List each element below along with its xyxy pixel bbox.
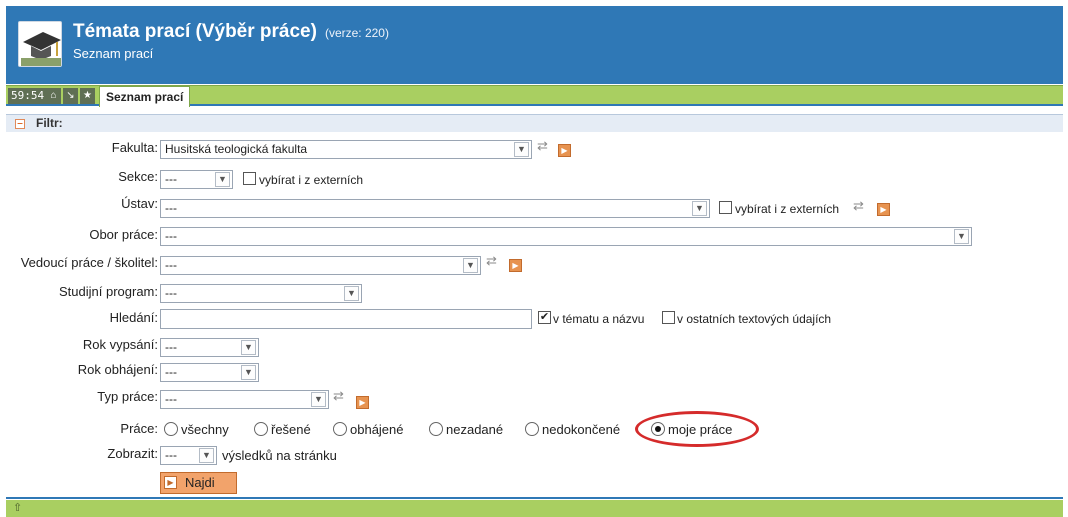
scroll-top-icon[interactable]: ⇧ (13, 501, 22, 514)
radio-obhajene[interactable] (333, 422, 347, 436)
swap-icon[interactable]: ⇄ (537, 138, 548, 154)
page-subtitle: Seznam prací (73, 46, 154, 61)
chevron-down-icon: ▼ (311, 392, 326, 407)
ustav-label: Ústav: (121, 196, 158, 211)
ustav-external-label: vybírat i z externích (735, 202, 840, 216)
chevron-down-icon: ▼ (692, 201, 707, 216)
search-other-checkbox[interactable] (662, 311, 675, 324)
vedouci-select[interactable]: --- ▼ (160, 256, 481, 275)
footer-bar: ⇧ (6, 500, 1063, 517)
chevron-down-icon: ▼ (463, 258, 478, 273)
radio-vsechny-label: všechny (181, 422, 229, 437)
divider (6, 497, 1063, 499)
prace-label: Práce: (120, 421, 158, 436)
program-select[interactable]: --- ▼ (160, 284, 362, 303)
radio-vsechny[interactable] (164, 422, 178, 436)
program-label: Studijní program: (59, 284, 158, 299)
home-icon[interactable]: ⌂ (46, 88, 61, 104)
radio-nedokoncene-label: nedokončené (542, 422, 621, 437)
tab-seznam-praci[interactable]: Seznam prací (99, 86, 191, 107)
vedouci-value: --- (165, 258, 177, 272)
tab-bar: 59:54 ⌂ ↘ ★ Seznam prací (6, 85, 1063, 107)
sekce-label: Sekce: (118, 169, 158, 184)
version-label: (verze: 220) (324, 26, 389, 40)
radio-nezadane-label: nezadané (446, 422, 504, 437)
chevron-down-icon: ▼ (241, 340, 256, 355)
filter-title: Filtr: (36, 116, 63, 130)
sekce-external-checkbox[interactable] (243, 172, 256, 185)
minimize-icon[interactable]: ↘ (63, 88, 78, 104)
zobrazit-select[interactable]: --- ▼ (160, 446, 217, 465)
fakulta-select[interactable]: Husitská teologická fakulta ▼ (160, 140, 532, 159)
search-input[interactable] (160, 309, 532, 329)
swap-icon[interactable]: ⇄ (486, 253, 497, 269)
ustav-select[interactable]: --- ▼ (160, 199, 710, 218)
radio-nezadane[interactable] (429, 422, 443, 436)
star-icon[interactable]: ★ (80, 88, 95, 104)
session-timer: 59:54 (8, 88, 48, 104)
filter-header[interactable]: – Filtr: (6, 114, 1063, 132)
swap-icon[interactable]: ⇄ (853, 198, 864, 214)
go-icon[interactable]: ▶ (356, 396, 369, 409)
typ-label: Typ práce: (97, 389, 158, 404)
typ-select[interactable]: --- ▼ (160, 390, 329, 409)
sekce-external-label: vybírat i z externích (259, 173, 364, 187)
fakulta-value: Husitská teologická fakulta (165, 142, 308, 156)
chevron-down-icon: ▼ (199, 448, 214, 463)
chevron-down-icon: ▼ (954, 229, 969, 244)
chevron-down-icon: ▼ (344, 286, 359, 301)
search-title-label: v tématu a názvu (553, 312, 645, 326)
chevron-down-icon: ▼ (514, 142, 529, 157)
radio-resene-label: řešené (271, 422, 311, 437)
rok-vypsani-label: Rok vypsání: (82, 337, 158, 352)
najdi-button[interactable]: ▶ Najdi (160, 472, 237, 494)
chevron-down-icon: ▼ (241, 365, 256, 380)
rok-obhajeni-label: Rok obhájení: (77, 362, 158, 377)
hledani-label: Hledání: (109, 310, 158, 325)
rok-obhajeni-value: --- (165, 365, 177, 379)
highlight-annotation (635, 411, 759, 447)
chevron-down-icon: ▼ (215, 172, 230, 187)
search-other-label: v ostatních textových údajích (677, 312, 832, 326)
swap-icon[interactable]: ⇄ (333, 388, 344, 404)
app-header: Témata prací (Výběr práce) (verze: 220) S… (6, 6, 1063, 84)
zobrazit-label: Zobrazit: (107, 446, 158, 461)
rok-vypsani-value: --- (165, 340, 177, 354)
zobrazit-suffix: výsledků na stránku (222, 448, 337, 463)
collapse-icon[interactable]: – (15, 119, 25, 129)
typ-value: --- (165, 392, 177, 406)
obor-label: Obor práce: (89, 227, 158, 242)
go-icon[interactable]: ▶ (558, 144, 571, 157)
obor-select[interactable]: --- ▼ (160, 227, 972, 246)
vedouci-label: Vedoucí práce / školitel: (20, 255, 158, 270)
radio-nedokoncene[interactable] (525, 422, 539, 436)
go-icon[interactable]: ▶ (877, 203, 890, 216)
go-icon[interactable]: ▶ (509, 259, 522, 272)
sekce-value: --- (165, 172, 177, 186)
radio-obhajene-label: obhájené (350, 422, 404, 437)
program-value: --- (165, 286, 177, 300)
zobrazit-value: --- (165, 448, 177, 462)
search-title-checkbox[interactable]: ✔ (538, 311, 551, 324)
graduation-cap-icon (18, 21, 62, 67)
sekce-select[interactable]: --- ▼ (160, 170, 233, 189)
radio-resene[interactable] (254, 422, 268, 436)
page-title: Témata prací (Výběr práce) (verze: 220) (73, 21, 389, 43)
najdi-label: Najdi (185, 475, 215, 490)
rok-vypsani-select[interactable]: --- ▼ (160, 338, 259, 357)
search-icon: ▶ (164, 476, 177, 489)
rok-obhajeni-select[interactable]: --- ▼ (160, 363, 259, 382)
ustav-external-checkbox[interactable] (719, 201, 732, 214)
fakulta-label: Fakulta: (111, 140, 158, 155)
ustav-value: --- (165, 201, 177, 215)
page-title-text: Témata prací (Výběr práce) (73, 21, 317, 42)
obor-value: --- (165, 229, 177, 243)
